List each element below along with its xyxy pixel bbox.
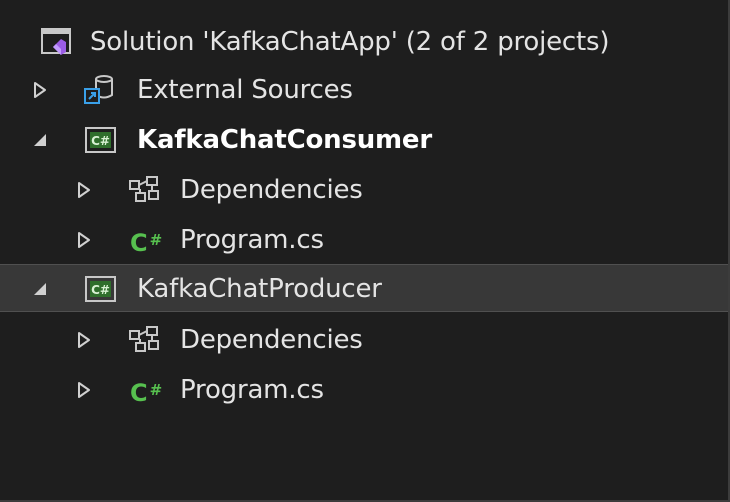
tree-item-consumer-program-cs[interactable]: C # Program.cs: [0, 216, 728, 264]
svg-text:C#: C#: [91, 134, 110, 148]
solution-explorer-tree: Solution 'KafkaChatApp' (2 of 2 projects…: [0, 0, 730, 502]
collapse-triangle-icon[interactable]: [30, 279, 50, 299]
project-producer-label: KafkaChatProducer: [137, 274, 382, 304]
expand-triangle-icon[interactable]: [74, 330, 94, 350]
tree-item-consumer-dependencies[interactable]: Dependencies: [0, 166, 728, 214]
collapse-triangle-icon[interactable]: [30, 130, 50, 150]
dependencies-label: Dependencies: [180, 325, 363, 355]
csharp-file-icon: C #: [130, 229, 163, 257]
expand-triangle-icon[interactable]: [74, 180, 94, 200]
project-consumer-label: KafkaChatConsumer: [137, 125, 432, 155]
tree-item-project-consumer[interactable]: C# KafkaChatConsumer: [0, 116, 728, 164]
solution-label: Solution 'KafkaChatApp' (2 of 2 projects…: [90, 27, 610, 57]
program-cs-label: Program.cs: [180, 375, 324, 405]
visual-studio-solution-icon: [40, 25, 74, 59]
csharp-project-icon: C#: [84, 123, 118, 157]
tree-item-solution[interactable]: Solution 'KafkaChatApp' (2 of 2 projects…: [0, 18, 728, 66]
expand-triangle-icon[interactable]: [74, 380, 94, 400]
expand-triangle-icon[interactable]: [30, 80, 50, 100]
tree-item-project-producer[interactable]: C# KafkaChatProducer: [0, 264, 728, 312]
expand-triangle-icon[interactable]: [74, 230, 94, 250]
dependencies-icon: [128, 323, 162, 357]
database-link-icon: [82, 73, 116, 107]
external-sources-label: External Sources: [137, 75, 353, 105]
tree-item-producer-program-cs[interactable]: C # Program.cs: [0, 366, 728, 414]
svg-text:C#: C#: [91, 283, 110, 297]
program-cs-label: Program.cs: [180, 225, 324, 255]
csharp-file-icon: C #: [130, 379, 163, 407]
tree-item-producer-dependencies[interactable]: Dependencies: [0, 316, 728, 364]
dependencies-label: Dependencies: [180, 175, 363, 205]
dependencies-icon: [128, 173, 162, 207]
csharp-project-icon: C#: [84, 272, 118, 306]
tree-item-external-sources[interactable]: External Sources: [0, 66, 728, 114]
